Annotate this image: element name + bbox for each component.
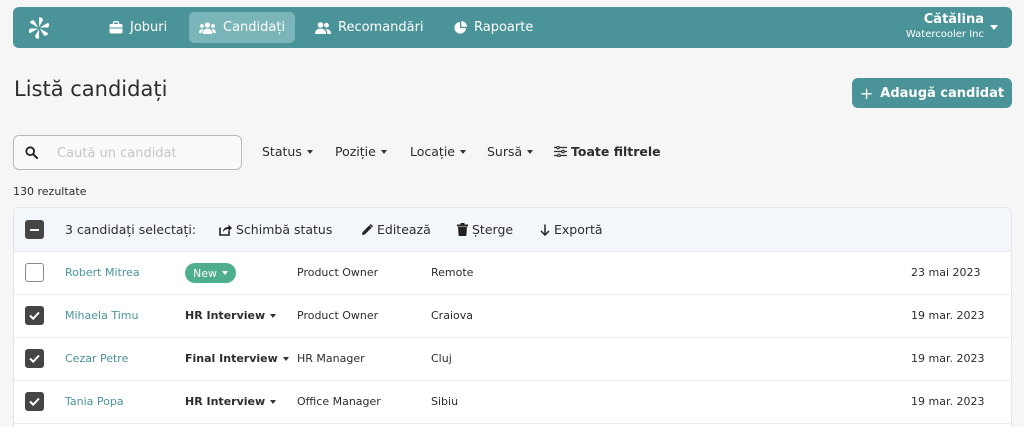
chevron-down-icon xyxy=(990,25,998,30)
user-menu[interactable]: Cătălina Watercooler Inc xyxy=(906,12,998,42)
caret-down-icon xyxy=(527,149,534,154)
filter-status[interactable]: Status xyxy=(262,144,313,159)
delete-label: Șterge xyxy=(472,222,514,237)
delete-button[interactable]: Șterge xyxy=(457,222,513,237)
plus-icon: + xyxy=(859,83,874,103)
filter-sursa[interactable]: Sursă xyxy=(487,144,534,159)
candidate-name[interactable]: Robert Mitrea xyxy=(65,266,140,279)
status-badge[interactable]: New xyxy=(185,263,236,283)
checkmark-icon xyxy=(29,397,40,407)
caret-down-icon xyxy=(282,356,289,361)
all-filters-label: Toate filtrele xyxy=(571,144,661,159)
candidate-date: 19 mar. 2023 xyxy=(911,309,985,322)
nav-item-rapoarte[interactable]: Rapoarte xyxy=(444,12,543,43)
checkmark-icon xyxy=(29,311,40,321)
status-dropdown[interactable]: HR Interview xyxy=(185,395,277,408)
search-input[interactable] xyxy=(57,143,232,163)
row-checkbox[interactable] xyxy=(25,263,44,282)
page-title: Listă candidați xyxy=(14,77,168,101)
user-group-icon xyxy=(315,21,331,34)
all-filters-button[interactable]: Toate filtrele xyxy=(554,144,661,159)
status-label: Final Interview xyxy=(185,352,278,365)
filter-pozitie[interactable]: Poziție xyxy=(335,144,387,159)
row-checkbox[interactable] xyxy=(25,349,44,368)
users-icon xyxy=(199,21,216,34)
caret-down-icon xyxy=(460,149,466,154)
nav-label: Candidați xyxy=(223,20,286,35)
export-label: Exportă xyxy=(554,222,603,237)
nav-item-recomandari[interactable]: Recomandări xyxy=(305,12,434,43)
candidates-table: 3 candidați selectați: Schimbă status Ed… xyxy=(13,207,1012,427)
candidate-location: Craiova xyxy=(431,309,473,322)
filter-label: Sursă xyxy=(487,144,523,159)
candidate-name[interactable]: Cezar Petre xyxy=(65,352,128,365)
status-dropdown[interactable]: Final Interview xyxy=(185,352,289,365)
filter-label: Status xyxy=(262,144,302,159)
add-candidate-button[interactable]: + Adaugă candidat xyxy=(852,78,1012,108)
nav-item-candidati[interactable]: Candidați xyxy=(189,12,296,43)
pencil-icon xyxy=(362,223,373,235)
search-box xyxy=(13,135,242,170)
briefcase-icon xyxy=(109,21,123,34)
top-navbar: Joburi Candidați Recomandări Rapoarte Că… xyxy=(13,7,1012,48)
sliders-icon xyxy=(554,146,567,157)
candidate-date: 19 mar. 2023 xyxy=(911,352,985,365)
row-checkbox[interactable] xyxy=(25,306,44,325)
change-status-button[interactable]: Schimbă status xyxy=(219,222,332,237)
nav-label: Joburi xyxy=(130,20,168,35)
user-organization: Watercooler Inc xyxy=(905,29,984,40)
caret-down-icon xyxy=(380,149,387,154)
candidate-position: HR Manager xyxy=(297,352,365,365)
candidate-location: Sibiu xyxy=(431,395,459,408)
candidate-position: Product Owner xyxy=(297,266,379,279)
status-dropdown[interactable]: HR Interview xyxy=(185,309,277,322)
change-status-label: Schimbă status xyxy=(236,222,333,237)
nav-item-joburi[interactable]: Joburi xyxy=(99,12,177,43)
caret-down-icon xyxy=(306,149,313,154)
trash-icon xyxy=(457,223,468,236)
caret-down-icon xyxy=(222,271,228,275)
table-row: Mihaela Timu HR Interview Product Owner … xyxy=(14,295,1011,338)
candidate-date: 23 mai 2023 xyxy=(911,266,981,279)
candidate-name[interactable]: Tania Popa xyxy=(65,395,124,408)
filter-label: Locație xyxy=(410,144,455,159)
nav-label: Rapoarte xyxy=(474,20,534,35)
add-candidate-label: Adaugă candidat xyxy=(880,85,1005,101)
candidate-location: Cluj xyxy=(431,352,452,365)
user-name: Cătălina xyxy=(923,12,984,27)
table-row: Tania Popa HR Interview Office Manager S… xyxy=(14,381,1011,424)
candidate-date: 19 mar. 2023 xyxy=(911,395,985,408)
candidate-position: Product Owner xyxy=(297,309,379,322)
filter-locatie[interactable]: Locație xyxy=(410,144,466,159)
checkmark-icon xyxy=(29,354,40,364)
table-row: Cezar Petre Final Interview HR Manager C… xyxy=(14,338,1011,381)
edit-label: Editează xyxy=(377,222,431,237)
candidate-location: Remote xyxy=(431,266,474,279)
nav-label: Recomandări xyxy=(338,20,424,35)
share-icon xyxy=(219,224,232,236)
edit-button[interactable]: Editează xyxy=(361,222,431,237)
caret-down-icon xyxy=(270,399,277,404)
status-label: HR Interview xyxy=(185,395,266,408)
results-count: 130 rezultate xyxy=(13,185,87,198)
caret-down-icon xyxy=(270,313,277,318)
table-row: Robert Mitrea New Product Owner Remote 2… xyxy=(14,252,1011,295)
arrow-down-icon xyxy=(540,224,550,236)
search-icon xyxy=(25,146,38,159)
status-label: HR Interview xyxy=(185,309,266,322)
candidate-name[interactable]: Mihaela Timu xyxy=(65,309,138,322)
export-button[interactable]: Exportă xyxy=(540,222,603,237)
row-checkbox[interactable] xyxy=(25,392,44,411)
selected-count: 3 candidați selectați: xyxy=(65,222,197,237)
bulk-actions-bar: 3 candidați selectați: Schimbă status Ed… xyxy=(14,208,1011,252)
pie-chart-icon xyxy=(454,21,467,34)
candidate-position: Office Manager xyxy=(297,395,381,408)
status-label: New xyxy=(193,266,217,280)
filter-label: Poziție xyxy=(335,144,376,159)
select-all-checkbox[interactable] xyxy=(25,220,44,239)
app-logo-icon[interactable] xyxy=(27,16,51,40)
